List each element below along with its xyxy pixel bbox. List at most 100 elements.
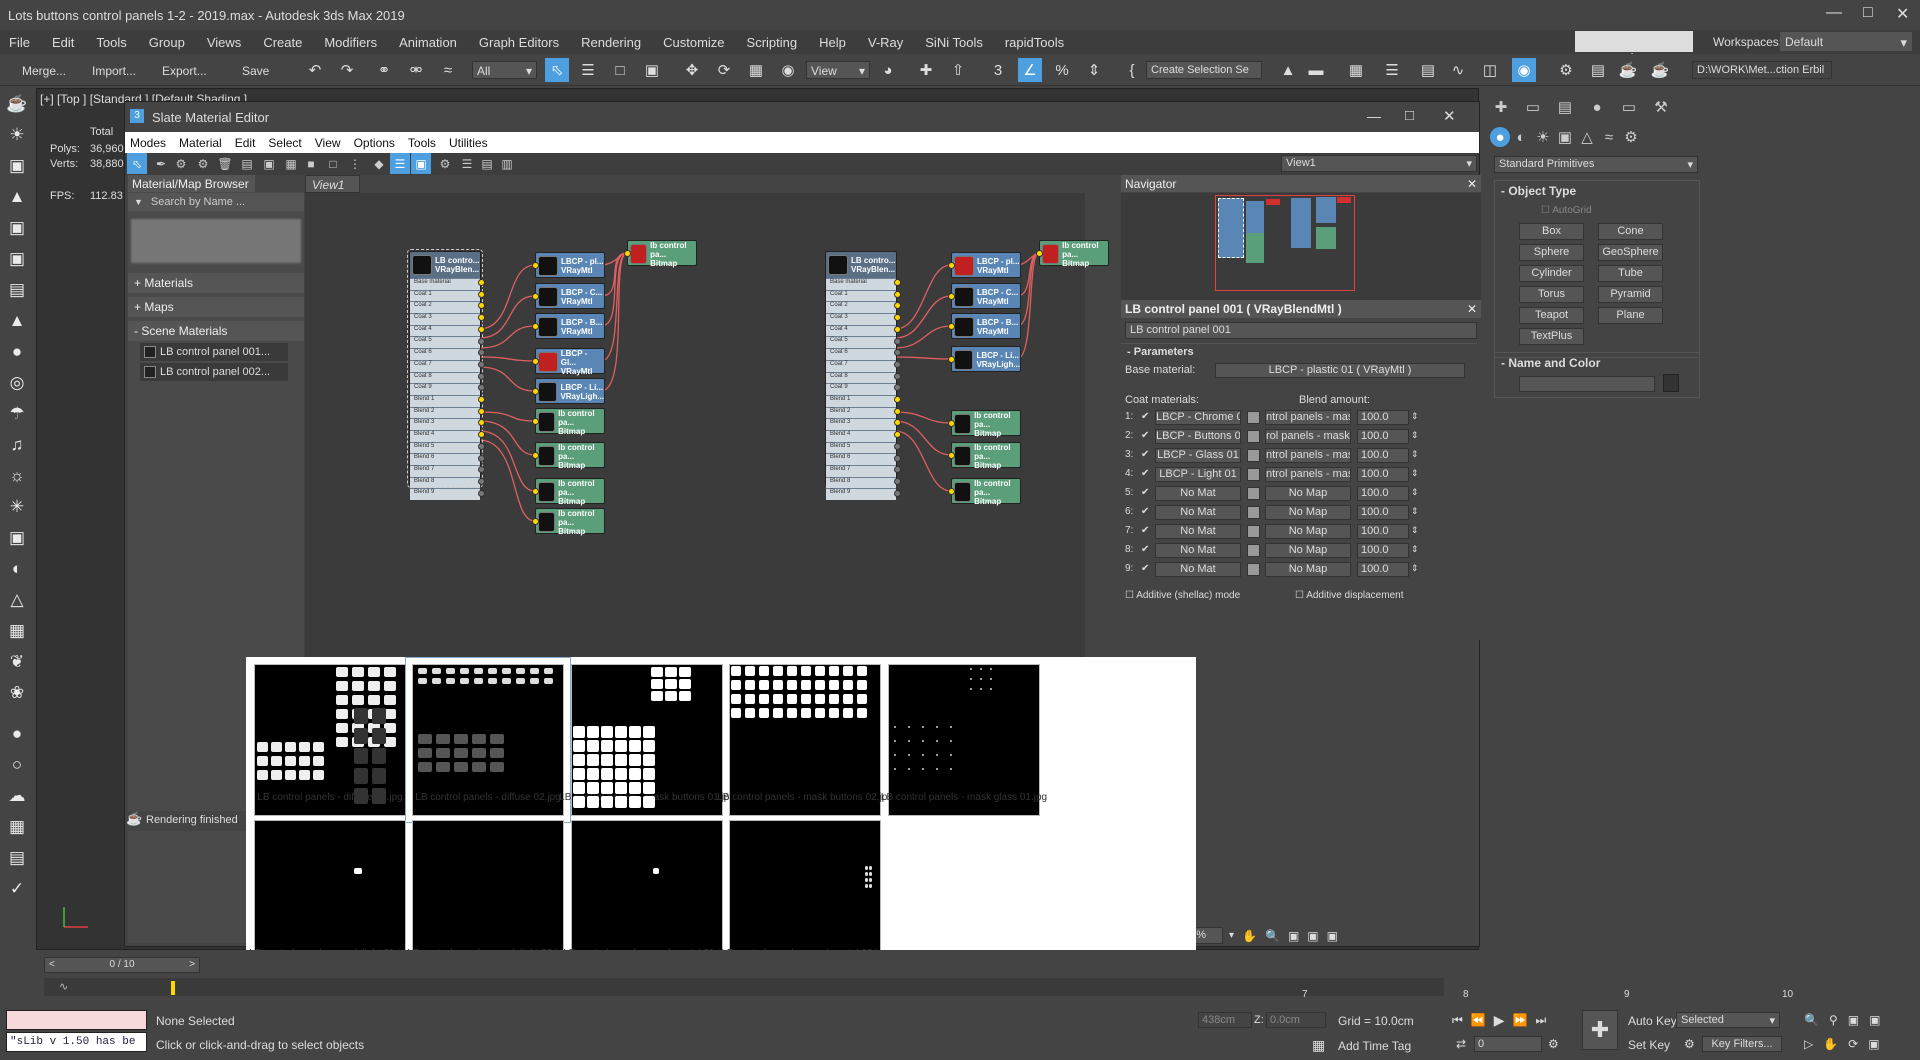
auto-key-button[interactable]: Auto Key <box>1628 1014 1677 1028</box>
rotate-icon[interactable]: ⟳ <box>712 58 736 82</box>
spinner-arrows-icon[interactable]: ⇕ <box>1411 563 1419 574</box>
key-mode-icon[interactable]: ⇄ <box>1456 1037 1466 1051</box>
menu-create[interactable]: Create <box>254 30 315 54</box>
zoom-extents-icon[interactable]: ▣ <box>1848 1013 1859 1027</box>
window-crossing-icon[interactable]: ▣ <box>640 58 664 82</box>
output-port[interactable] <box>894 279 901 286</box>
edit-named-selection-icon[interactable]: { <box>1120 58 1144 82</box>
output-port[interactable] <box>478 454 485 462</box>
coat-material-button[interactable]: LBCP - Light 01 <box>1155 467 1241 482</box>
maximize-viewport-icon[interactable]: ▣ <box>1868 1037 1879 1051</box>
maximize-icon[interactable]: □ <box>1863 4 1873 22</box>
node-slot-row[interactable]: Coat 3 <box>826 313 896 325</box>
output-port[interactable] <box>894 477 901 485</box>
close-icon[interactable]: ✕ <box>1467 177 1477 191</box>
x-coord-field[interactable]: 438cm <box>1198 1012 1252 1028</box>
hierarchy-tab-icon[interactable]: ▤ <box>1552 94 1578 120</box>
background-icon[interactable]: ■ <box>301 153 321 174</box>
geosphere-icon[interactable]: ◎ <box>0 367 34 398</box>
show-params-icon[interactable]: ▣ <box>411 153 431 174</box>
torus-button[interactable]: Torus <box>1519 286 1584 303</box>
object-name-field[interactable] <box>1519 376 1655 392</box>
node-slot-row[interactable]: Base material <box>410 278 480 290</box>
bitmap-node[interactable]: lb control pa... Bitmap <box>948 442 1021 470</box>
toggle-ribbon-icon[interactable]: ▤ <box>1416 58 1440 82</box>
menu-views[interactable]: Views <box>198 30 254 54</box>
blend-map-button[interactable]: ntrol panels - mask met <box>1265 410 1351 425</box>
sme-minimize-icon[interactable]: — <box>1367 108 1381 124</box>
input-port[interactable] <box>532 293 539 300</box>
bitmap-node[interactable]: lb control pa... Bitmap <box>532 442 605 470</box>
node-slot-row[interactable]: Coat 9 <box>826 383 896 395</box>
previous-frame-icon[interactable]: ⏪ <box>1471 1013 1486 1027</box>
coat-enable-checkbox[interactable]: ✔ <box>1141 430 1149 441</box>
material-node[interactable]: LBCP - Gl... VRayMtl <box>532 348 605 376</box>
utilities-tab-icon[interactable]: ⚒ <box>1648 94 1674 120</box>
forest-icon[interactable]: ❀ <box>0 677 34 708</box>
coat-material-button[interactable]: LBCP - Chrome 01 <box>1155 410 1241 425</box>
menu-file[interactable]: File <box>0 30 43 54</box>
sme-maximize-icon[interactable]: □ <box>1405 107 1414 124</box>
merge-button[interactable]: Merge... <box>22 64 66 78</box>
dome-icon[interactable]: ◐ <box>0 553 34 584</box>
teapot-icon[interactable]: ☕ <box>0 88 34 119</box>
sign-icon[interactable]: ▦ <box>0 811 34 842</box>
material-node[interactable]: LBCP - C... VRayMtl <box>532 283 605 309</box>
spinner-arrows-icon[interactable]: ⇕ <box>1411 468 1419 479</box>
node-slot-row[interactable]: Base material <box>826 278 896 290</box>
layout-all-icon[interactable]: □ <box>323 153 343 174</box>
input-port[interactable] <box>532 323 539 330</box>
output-port[interactable] <box>894 290 901 298</box>
menu-vray[interactable]: V-Ray <box>859 30 916 54</box>
move-icon[interactable]: ✥ <box>680 58 704 82</box>
box-button[interactable]: Box <box>1519 223 1584 240</box>
node-slot-row[interactable]: Blend 2 <box>410 406 480 419</box>
node-slot-row[interactable]: Blend 7 <box>410 465 480 477</box>
geosphere-button[interactable]: GeoSphere <box>1598 244 1663 261</box>
textplus-button[interactable]: TextPlus <box>1519 328 1584 345</box>
node-slot-row[interactable]: Blend 2 <box>826 406 896 419</box>
coat-material-button[interactable]: No Mat <box>1155 486 1241 501</box>
materials-rollout[interactable]: + Materials <box>128 273 304 293</box>
helpers-icon[interactable]: △ <box>1576 124 1598 150</box>
node-slot-row[interactable]: Blend 5 <box>410 441 480 454</box>
navigator-toggle-icon[interactable]: ⚙ <box>435 153 455 174</box>
material-node-vrayblend[interactable]: LB contro... VRayBlen... Base material Coa… <box>825 251 897 501</box>
node-slot-row[interactable]: Blend 1 <box>410 394 480 407</box>
coat-material-button[interactable]: LBCP - Glass 01 <box>1155 448 1241 463</box>
render-active-icon[interactable]: ☕ <box>1648 58 1672 82</box>
next-frame-icon[interactable]: ⏩ <box>1513 1013 1528 1027</box>
render-production-icon[interactable]: ☕ <box>1616 58 1640 82</box>
output-port[interactable] <box>894 407 901 415</box>
coat-enable-checkbox[interactable]: ✔ <box>1141 449 1149 460</box>
menu-scripting[interactable]: Scripting <box>738 30 811 54</box>
redo-icon[interactable]: ↷ <box>335 58 359 82</box>
light-icon[interactable]: ☀ <box>0 119 34 150</box>
zoom-icon[interactable]: 🔍 <box>1265 929 1280 943</box>
current-frame-field[interactable]: 0 <box>1474 1036 1542 1052</box>
rendered-frame-window-icon[interactable]: ▤ <box>1586 58 1610 82</box>
spinner-arrows-icon[interactable]: ⇕ <box>1411 544 1419 555</box>
node-slot-row[interactable]: Blend 4 <box>410 429 480 442</box>
menu-tools[interactable]: Tools <box>87 30 139 54</box>
object-type-header[interactable]: - Object Type <box>1495 181 1699 201</box>
material-node[interactable]: LBCP - Li... VRayLigh... <box>532 378 605 404</box>
node-slot-row[interactable]: Coat 1 <box>410 289 480 302</box>
sme-close-icon[interactable]: ✕ <box>1443 107 1456 125</box>
unlink-icon[interactable]: ⚮ <box>404 58 428 82</box>
coat-color-swatch[interactable] <box>1247 411 1260 424</box>
navigator-minimap[interactable] <box>1121 193 1481 300</box>
play-icon[interactable]: ▶ <box>1494 1012 1505 1029</box>
list-view-icon[interactable]: ☰ <box>457 153 477 174</box>
node-slot-row[interactable]: Blend 9 <box>826 488 896 501</box>
coat-enable-checkbox[interactable]: ✔ <box>1141 544 1149 555</box>
ball-icon[interactable]: ● <box>0 718 34 749</box>
autogrid-checkbox[interactable]: ☐ AutoGrid <box>1541 205 1592 216</box>
input-port[interactable] <box>532 488 539 495</box>
output-port[interactable] <box>894 396 901 403</box>
select-manipulate-icon[interactable]: ✚ <box>914 58 938 82</box>
input-port[interactable] <box>948 488 955 495</box>
output-port[interactable] <box>478 360 485 368</box>
bitmap-node[interactable]: lb control pa... Bitmap <box>532 408 605 436</box>
blend-map-button[interactable]: No Map <box>1265 543 1351 558</box>
